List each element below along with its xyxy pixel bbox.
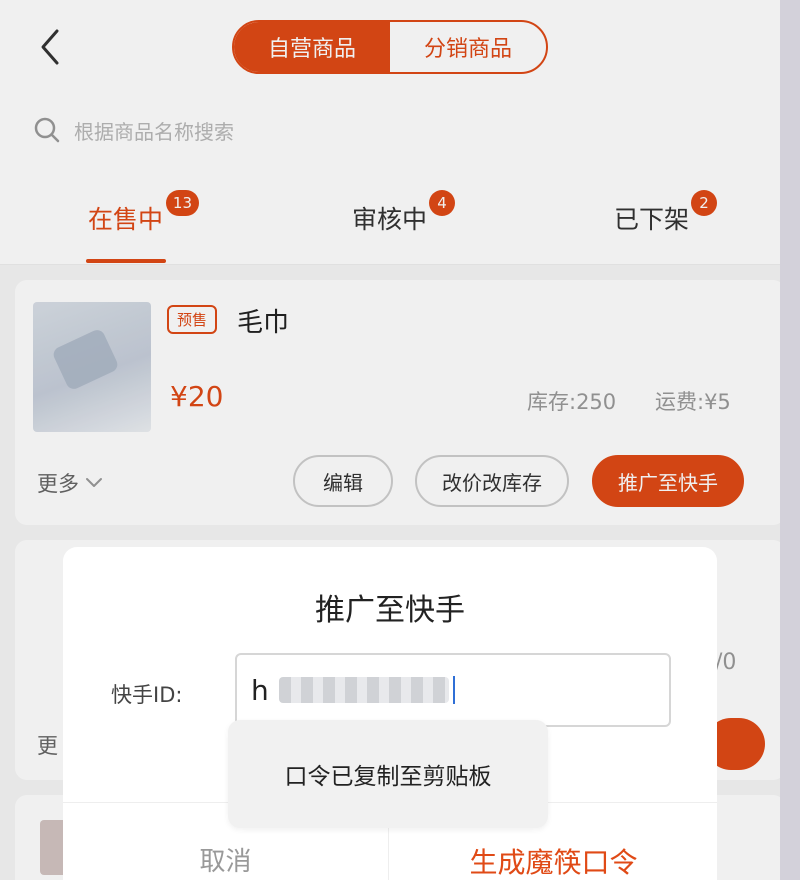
toast-message: 口令已复制至剪贴板: [228, 720, 548, 828]
promote-dialog: 推广至快手 快手ID: h 取消 生成魔筷口令: [63, 547, 717, 880]
kuaishou-id-value: h: [251, 673, 269, 707]
generate-code-button[interactable]: 生成魔筷口令: [390, 841, 717, 880]
kuaishou-id-field[interactable]: h: [235, 653, 671, 727]
cancel-button[interactable]: 取消: [63, 841, 388, 878]
divider: [388, 821, 389, 880]
kuaishou-id-label: 快手ID:: [111, 683, 183, 707]
redacted-text: [278, 677, 449, 703]
dialog-title: 推广至快手: [315, 593, 465, 628]
scrollbar-gutter: [780, 0, 800, 880]
text-caret: [452, 676, 455, 704]
app-screen: 自营商品 分销商品 根据商品名称搜索 在售中 13 审核中 4 已下架 2 预售…: [0, 0, 800, 880]
